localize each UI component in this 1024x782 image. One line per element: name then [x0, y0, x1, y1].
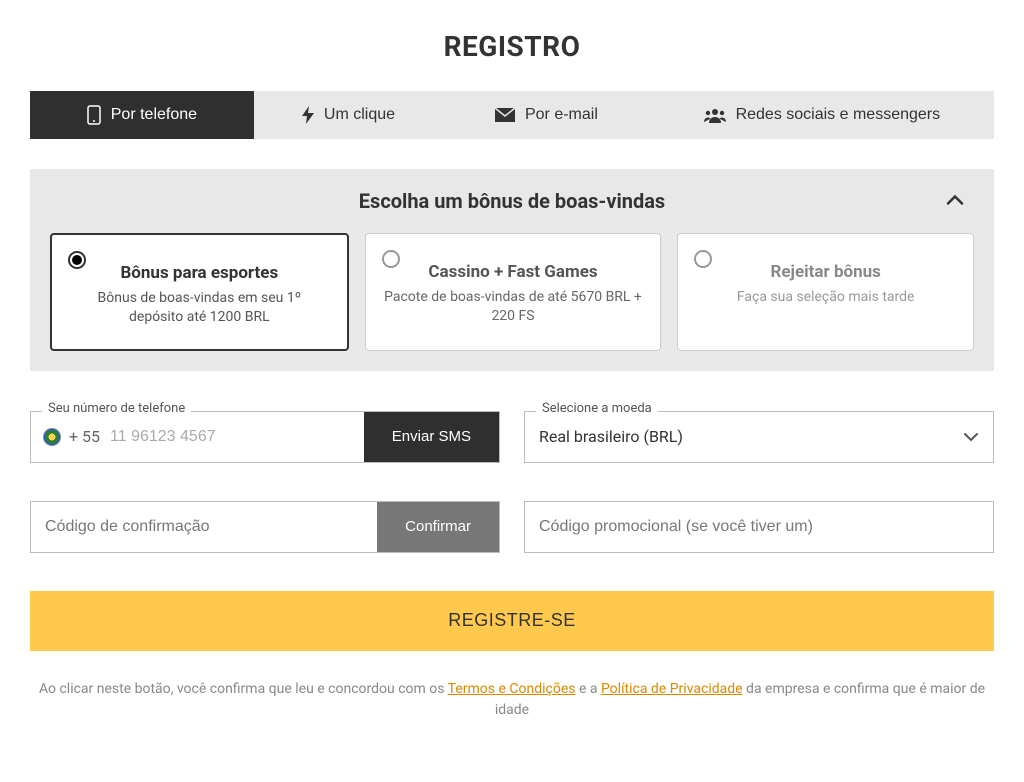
bonus-option-sports[interactable]: Bônus para esportes Bônus de boas-vindas…: [50, 233, 349, 351]
currency-select[interactable]: Real brasileiro (BRL): [524, 411, 994, 463]
bonus-option-reject[interactable]: Rejeitar bônus Faça sua seleção mais tar…: [677, 233, 974, 351]
send-sms-button[interactable]: Enviar SMS: [364, 412, 499, 462]
bonus-option-desc: Bônus de boas-vindas em seu 1º depósito …: [70, 289, 329, 327]
phone-prefix: + 55: [69, 427, 100, 446]
bonus-option-title: Bônus para esportes: [70, 263, 329, 283]
page-title: REGISTRO: [30, 30, 994, 63]
phone-icon: [87, 105, 101, 125]
phone-label: Seu número de telefone: [42, 401, 191, 416]
users-icon: [704, 107, 726, 123]
tab-label: Um clique: [324, 106, 395, 124]
disclaimer-part: Ao clicar neste botão, você confirma que…: [39, 681, 448, 697]
bolt-icon: [302, 106, 314, 124]
registration-tabs: Por telefone Um clique Por e-mail Redes …: [30, 91, 994, 139]
confirm-button[interactable]: Confirmar: [377, 502, 499, 552]
chevron-up-icon[interactable]: [946, 192, 964, 211]
terms-link[interactable]: Termos e Condições: [448, 681, 576, 697]
tab-phone[interactable]: Por telefone: [30, 91, 254, 139]
chevron-down-icon: [963, 427, 979, 446]
tab-label: Redes sociais e messengers: [736, 106, 941, 124]
bonus-option-desc: Faça sua seleção mais tarde: [696, 288, 955, 307]
flag-br-icon: [43, 428, 61, 446]
tab-social[interactable]: Redes sociais e messengers: [650, 91, 994, 139]
tab-one-click[interactable]: Um clique: [254, 91, 443, 139]
currency-label: Selecione a moeda: [536, 401, 658, 416]
bonus-heading: Escolha um bônus de boas-vindas: [359, 189, 665, 213]
bonus-option-casino[interactable]: Cassino + Fast Games Pacote de boas-vind…: [365, 233, 662, 351]
currency-value: Real brasileiro (BRL): [539, 427, 683, 446]
confirmation-code-input[interactable]: [31, 502, 377, 552]
country-selector[interactable]: + 55: [31, 412, 110, 462]
register-button[interactable]: REGISTRE-SE: [30, 591, 994, 651]
mail-icon: [495, 108, 515, 122]
bonus-option-desc: Pacote de boas-vindas de até 5670 BRL + …: [384, 288, 643, 326]
bonus-option-title: Rejeitar bônus: [696, 262, 955, 282]
tab-label: Por telefone: [111, 106, 197, 124]
privacy-link[interactable]: Política de Privacidade: [601, 681, 743, 697]
bonus-panel: Escolha um bônus de boas-vindas Bônus pa…: [30, 169, 994, 371]
disclaimer-part: e a: [575, 681, 600, 697]
disclaimer-text: Ao clicar neste botão, você confirma que…: [30, 679, 994, 721]
radio-icon: [68, 251, 86, 269]
bonus-option-title: Cassino + Fast Games: [384, 262, 643, 282]
confirmation-group: Confirmar: [30, 501, 500, 553]
phone-input[interactable]: [110, 412, 364, 462]
phone-input-group: + 55 Enviar SMS: [30, 411, 500, 463]
tab-label: Por e-mail: [525, 106, 598, 124]
tab-email[interactable]: Por e-mail: [443, 91, 650, 139]
radio-icon: [382, 250, 400, 268]
promo-code-input[interactable]: [524, 501, 994, 553]
bonus-options: Bônus para esportes Bônus de boas-vindas…: [50, 233, 974, 351]
